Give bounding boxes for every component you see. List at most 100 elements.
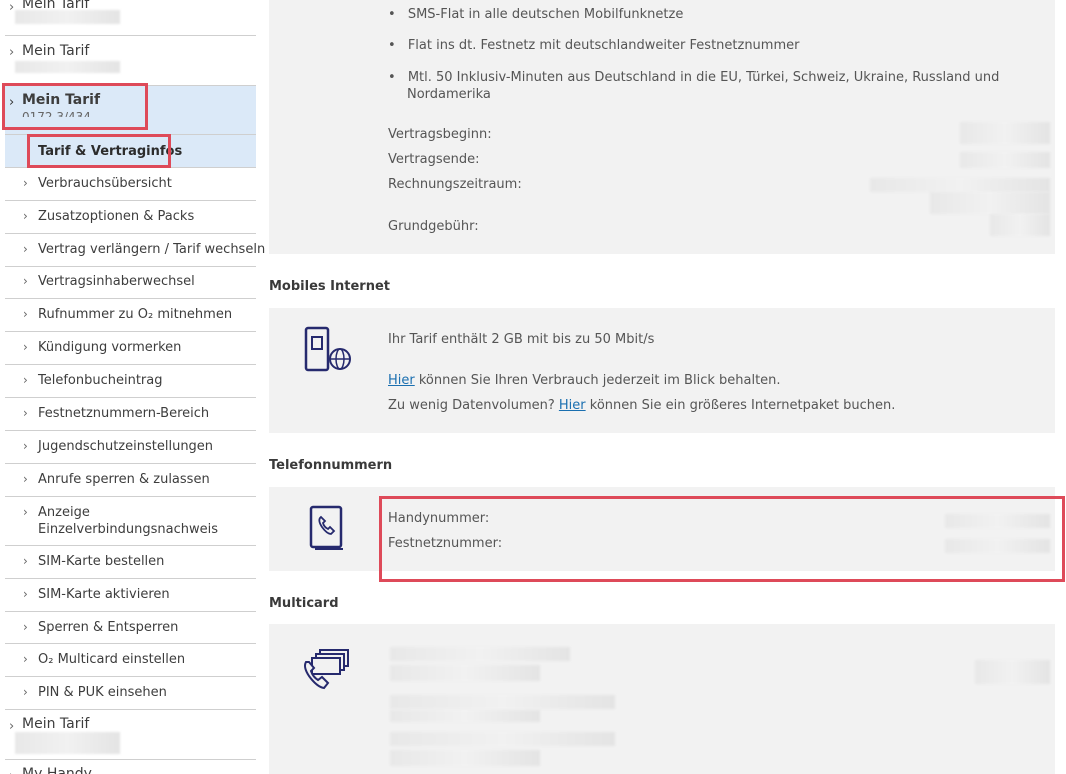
sidebar-subitem-label: Festnetznummern-Bereich [38, 406, 210, 421]
chevron-right-icon: › [23, 439, 28, 453]
chevron-right-icon: › [23, 620, 28, 634]
chevron-right-icon: › [23, 176, 28, 190]
chevron-right-icon: › [23, 554, 28, 568]
sidebar-subitem-sim-bestellen[interactable]: › SIM-Karte bestellen [5, 546, 256, 579]
sidebar-subitem-label: PIN & PUK einsehen [38, 685, 167, 700]
label-grundgebuehr: Grundgebühr: [388, 219, 479, 234]
blurred-value [390, 750, 540, 766]
sidebar-subitem-pin-puk[interactable]: › PIN & PUK einsehen [5, 677, 256, 710]
sidebar-subitem-label: Sperren & Entsperren [38, 620, 179, 635]
sidebar-subitem-telefonbucheintrag[interactable]: › Telefonbucheintrag [5, 365, 256, 398]
sidebar-subitem-jugendschutz[interactable]: › Jugendschutzeinstellungen [5, 431, 256, 464]
sidebar-subitem-zusatzoptionen[interactable]: › Zusatzoptionen & Packs [5, 201, 256, 234]
sidebar-subitem-label: Kündigung vormerken [38, 340, 182, 355]
chevron-right-icon: › [23, 242, 28, 256]
blurred-value [930, 192, 1050, 214]
blurred-number [15, 61, 120, 73]
chevron-right-icon: › [23, 652, 28, 666]
sidebar-item-label: My Handy [22, 766, 92, 774]
chevron-right-icon: › [23, 373, 28, 387]
feature-item-continuation: Nordamerika [407, 87, 491, 102]
internet-plan-text: Ihr Tarif enthält 2 GB mit bis zu 50 Mbi… [388, 332, 655, 347]
internet-upgrade-line: Zu wenig Datenvolumen? Hier können Sie e… [388, 398, 895, 413]
sidebar-subitem-rufnummer-mitnehmen[interactable]: › Rufnummer zu O₂ mitnehmen [5, 299, 256, 332]
sidebar-item-mein-tarif-2[interactable]: › Mein Tarif [5, 36, 256, 86]
chevron-right-icon: › [9, 769, 14, 774]
sidebar-subitem-multicard-einstellen[interactable]: › O₂ Multicard einstellen [5, 644, 256, 677]
sidebar-subitem-einzelverbindungsnachweis[interactable]: › Anzeige Einzelverbindungsnachweis [5, 497, 256, 546]
sidebar-subitem-label: Verbrauchsübersicht [38, 176, 172, 191]
sidebar-subitem-sim-aktivieren[interactable]: › SIM-Karte aktivieren [5, 579, 256, 612]
chevron-right-icon: › [23, 340, 28, 354]
chevron-right-icon: › [23, 505, 28, 519]
chevron-right-icon: › [23, 685, 28, 699]
sidebar-item-my-handy[interactable]: › My Handy [5, 760, 256, 774]
sidebar-subitem-label: SIM-Karte bestellen [38, 554, 165, 569]
upgrade-prefix: Zu wenig Datenvolumen? [388, 398, 559, 413]
sidebar-subitem-label-line1: Anzeige [38, 505, 90, 520]
highlight-box-tarif-vertraginfos [27, 134, 171, 168]
feature-text: SMS-Flat in alle deutschen Mobilfunknetz… [407, 7, 684, 22]
chevron-right-icon: › [23, 209, 28, 223]
feature-text: Mtl. 50 Inklusiv-Minuten aus Deutschland… [407, 70, 1000, 85]
label-rechnungszeitraum: Rechnungszeitraum: [388, 177, 522, 192]
sidebar-subitem-label: Anrufe sperren & zulassen [38, 472, 210, 487]
sidebar-subitem-anrufe-sperren[interactable]: › Anrufe sperren & zulassen [5, 464, 256, 497]
feature-item: • Flat ins dt. Festnetz mit deutschlandw… [388, 38, 800, 53]
blurred-value [975, 660, 1050, 684]
sidebar-subitem-verbrauchsuebersicht[interactable]: › Verbrauchsübersicht [5, 168, 256, 201]
chevron-right-icon: › [23, 472, 28, 486]
chevron-right-icon: › [23, 307, 28, 321]
blurred-value [390, 647, 570, 661]
sidebar-subitem-label: Vertragsinhaberwechsel [38, 274, 195, 289]
usage-link[interactable]: Hier [388, 373, 415, 388]
sidebar-item-mein-tarif-1[interactable]: › Mein Tarif [5, 0, 256, 36]
upgrade-link[interactable]: Hier [559, 398, 586, 413]
blurred-value [390, 732, 615, 746]
chevron-right-icon: › [9, 45, 15, 60]
blurred-value [390, 695, 615, 709]
section-title-multicard: Multicard [269, 596, 339, 611]
internet-usage-line: Hier können Sie Ihren Verbrauch jederzei… [388, 373, 781, 388]
sidebar-subitem-label: Jugendschutzeinstellungen [38, 439, 214, 454]
sidebar-subitem-vertrag-verlaengern[interactable]: › Vertrag verlängern / Tarif wechseln [5, 234, 265, 267]
feature-text: Flat ins dt. Festnetz mit deutschlandwei… [407, 38, 800, 53]
sidebar-subitem-label: SIM-Karte aktivieren [38, 587, 170, 602]
blurred-value [870, 178, 1050, 192]
sidebar-subitem-label: Telefonbucheintrag [38, 373, 163, 388]
sidebar-subitem-label: Vertrag verlängern / Tarif wechseln [38, 242, 266, 257]
highlight-box-mein-tarif [2, 83, 148, 130]
feature-text: Nordamerika [407, 87, 491, 102]
blurred-value [960, 152, 1050, 168]
sidebar-subitem-sperren-entsperren[interactable]: › Sperren & Entsperren [5, 612, 256, 644]
sidebar-item-mein-tarif-3[interactable]: › Mein Tarif [5, 710, 256, 760]
sidebar-subitem-label: O₂ Multicard einstellen [38, 652, 186, 667]
blurred-number [15, 732, 120, 754]
sidebar-subitem-label: Rufnummer zu O₂ mitnehmen [38, 307, 233, 322]
internet-panel [269, 308, 1055, 433]
section-title-mobiles-internet: Mobiles Internet [269, 279, 390, 294]
mobile-internet-icon [303, 326, 353, 376]
blurred-value [960, 122, 1050, 144]
sidebar-item-label: Mein Tarif [22, 43, 90, 59]
upgrade-line-text: können Sie ein größeres Internetpaket bu… [585, 398, 896, 413]
sidebar-subitem-kuendigung[interactable]: › Kündigung vormerken [5, 332, 256, 365]
usage-line-text: können Sie Ihren Verbrauch jederzeit im … [414, 373, 781, 388]
sidebar-item-label: Mein Tarif [22, 716, 90, 732]
multicard-icon [300, 640, 356, 692]
sidebar-subitem-vertragsinhaberwechsel[interactable]: › Vertragsinhaberwechsel [5, 267, 256, 299]
feature-item: • Mtl. 50 Inklusiv-Minuten aus Deutschla… [388, 70, 1000, 85]
phone-book-icon [308, 505, 348, 551]
feature-item: • SMS-Flat in alle deutschen Mobilfunkne… [388, 7, 684, 22]
sidebar-subitem-label: Zusatzoptionen & Packs [38, 209, 195, 224]
blurred-value [990, 214, 1050, 236]
blurred-value [390, 665, 540, 681]
sidebar-subitem-festnetznummern-bereich[interactable]: › Festnetznummern-Bereich [5, 398, 256, 431]
chevron-right-icon: › [23, 587, 28, 601]
label-vertragsbeginn: Vertragsbeginn: [388, 127, 492, 142]
blurred-number [15, 10, 120, 24]
section-title-telefonnummern: Telefonnummern [269, 458, 393, 473]
sidebar-subitem-label-line2: Einzelverbindungsnachweis [38, 522, 219, 537]
chevron-right-icon: › [23, 406, 28, 420]
label-vertragsende: Vertragsende: [388, 152, 480, 167]
